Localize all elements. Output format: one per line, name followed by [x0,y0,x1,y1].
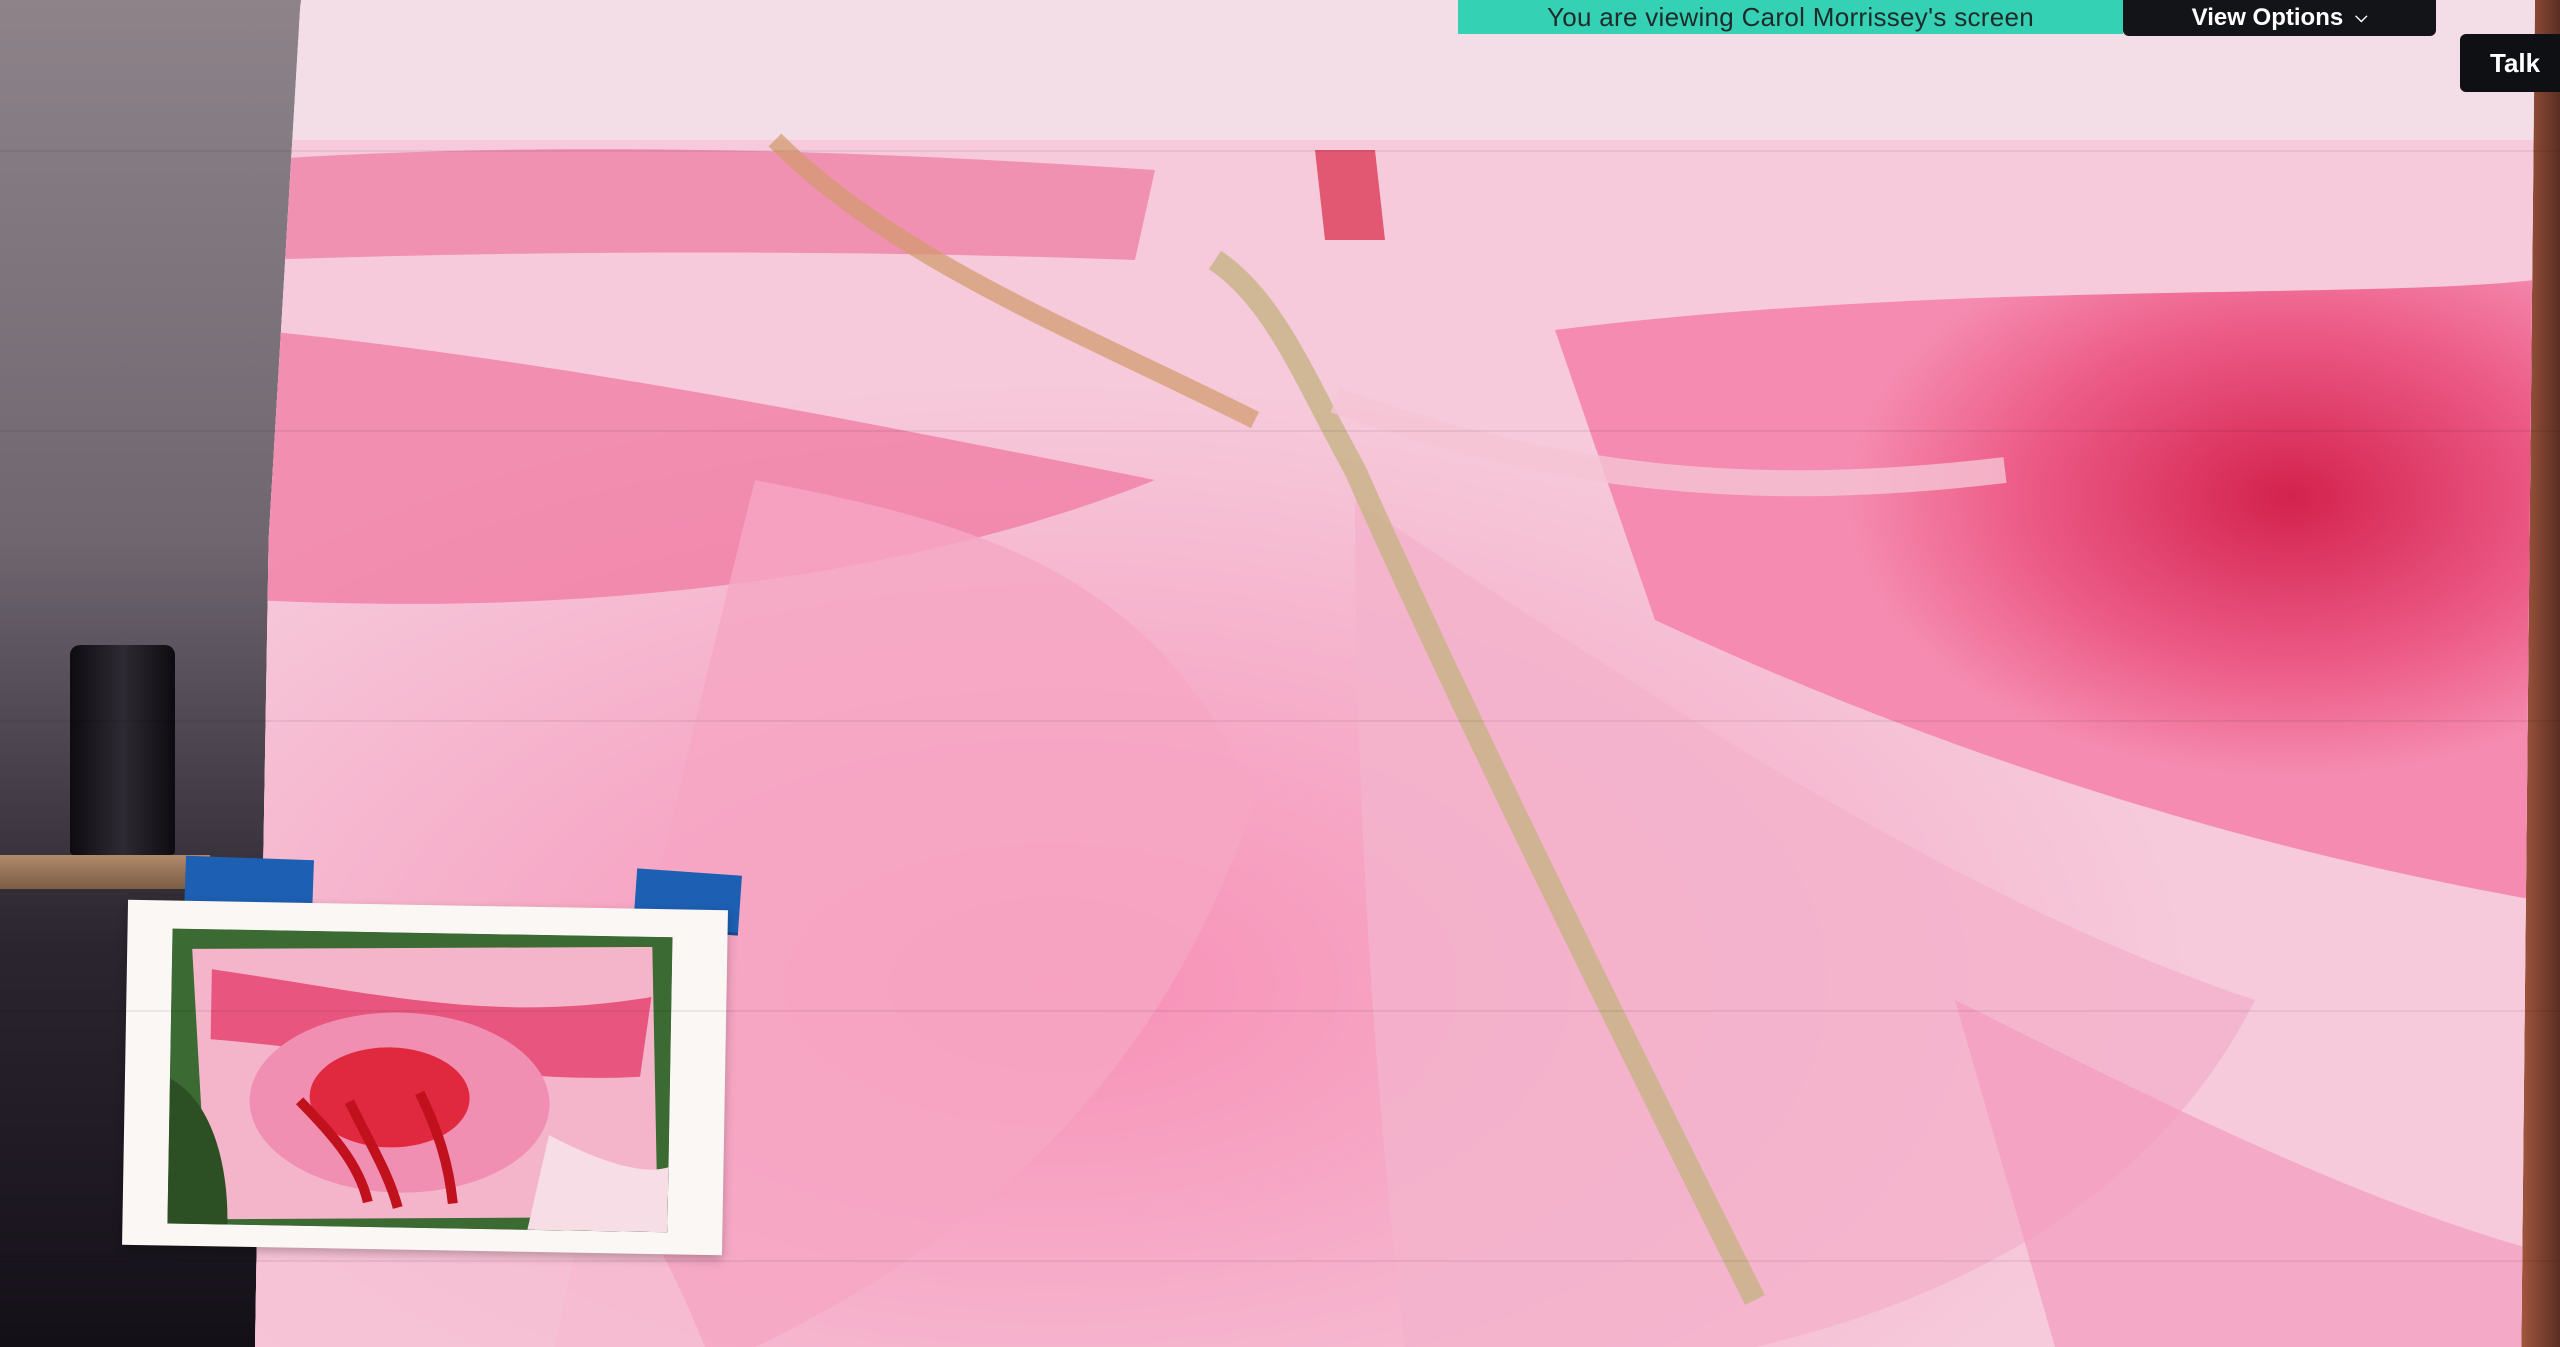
studio-shelf [0,855,210,889]
screen-share-banner: You are viewing Carol Morrissey's screen [1458,0,2123,34]
chevron-down-icon: ⌵ [2355,9,2368,26]
shared-screen-video [0,0,2560,1347]
talking-indicator: Talk [2460,34,2560,92]
view-options-label: View Options [2191,4,2344,31]
view-options-button[interactable]: View Options ⌵ [2123,0,2436,36]
share-banner-text: You are viewing Carol Morrissey's screen [1546,1,2035,32]
reference-photo [122,899,728,1256]
talking-label: Talk [2490,47,2541,78]
studio-jar [70,645,175,855]
lily-photo [167,928,673,1233]
